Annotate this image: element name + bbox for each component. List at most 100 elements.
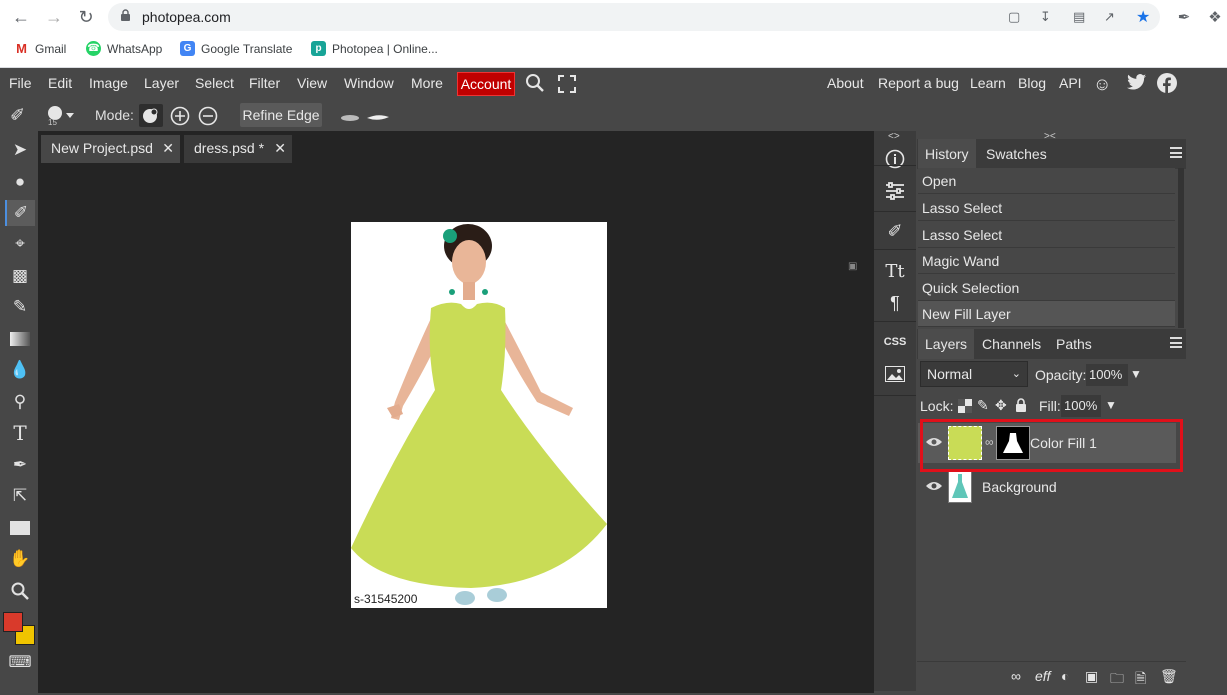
pen-tool-icon[interactable]: ✒ bbox=[7, 452, 33, 478]
bookmark-google-translate[interactable]: G Google Translate bbox=[180, 41, 292, 56]
gradient-tool-icon[interactable] bbox=[7, 326, 33, 352]
brush-tool-icon[interactable]: ✎ bbox=[7, 294, 33, 320]
bookmark-page-icon[interactable]: ▢ bbox=[1008, 9, 1020, 25]
fill-input[interactable]: 100% bbox=[1061, 395, 1101, 417]
blur-drop-icon[interactable]: 💧 bbox=[7, 357, 33, 383]
link-blog[interactable]: Blog bbox=[1018, 75, 1046, 91]
css-icon[interactable]: CSS bbox=[880, 328, 910, 356]
close-icon[interactable]: ✕ bbox=[274, 135, 286, 161]
panel-menu-icon[interactable] bbox=[1170, 147, 1182, 158]
blend-mode-select[interactable]: Normal ⌄ bbox=[920, 361, 1028, 387]
dodge-tool-icon[interactable]: ⚲ bbox=[7, 389, 33, 415]
lock-position-icon[interactable]: ✥ bbox=[995, 397, 1007, 414]
foreground-color[interactable] bbox=[3, 612, 23, 632]
eye-icon[interactable] bbox=[925, 479, 943, 495]
tab-layers[interactable]: Layers bbox=[918, 329, 975, 359]
account-button[interactable]: Account bbox=[457, 72, 515, 96]
menu-edit[interactable]: Edit bbox=[48, 75, 72, 91]
move-tool-icon[interactable]: ➤ bbox=[7, 137, 33, 163]
close-icon[interactable]: ✕ bbox=[162, 135, 174, 161]
twitter-icon[interactable] bbox=[1127, 73, 1147, 94]
mode-add-icon[interactable] bbox=[170, 106, 190, 129]
info-icon[interactable] bbox=[880, 145, 910, 173]
image-icon[interactable] bbox=[880, 360, 910, 388]
tab-history[interactable]: History bbox=[918, 139, 976, 169]
refine-edge-button[interactable]: Refine Edge bbox=[240, 103, 322, 127]
tab-paths[interactable]: Paths bbox=[1049, 329, 1099, 359]
back-arrow-icon[interactable]: ← bbox=[9, 5, 33, 29]
opacity-dropdown-icon[interactable]: ▼ bbox=[1130, 367, 1142, 381]
bookmark-photopea[interactable]: p Photopea | Online... bbox=[311, 41, 438, 56]
mode-subtract-icon[interactable] bbox=[198, 106, 218, 129]
link-learn[interactable]: Learn bbox=[970, 75, 1006, 91]
menu-more[interactable]: More bbox=[411, 75, 443, 91]
collapse-arrows-icon[interactable]: <> bbox=[888, 131, 900, 142]
menu-image[interactable]: Image bbox=[89, 75, 128, 91]
opacity-input[interactable]: 100% bbox=[1086, 364, 1128, 386]
menu-filter[interactable]: Filter bbox=[249, 75, 280, 91]
link-layers-icon[interactable]: ∞ bbox=[1011, 668, 1021, 684]
extensions-puzzle-icon[interactable]: ❖ bbox=[1203, 5, 1227, 29]
history-item[interactable]: Lasso Select bbox=[918, 222, 1175, 248]
bookmark-whatsapp[interactable]: ☎ WhatsApp bbox=[86, 41, 162, 56]
hand-tool-icon[interactable]: ✋ bbox=[7, 546, 33, 572]
panel-menu-icon[interactable] bbox=[1170, 337, 1182, 348]
history-scrollbar[interactable] bbox=[1178, 168, 1184, 328]
install-icon[interactable]: ↧ bbox=[1040, 9, 1051, 25]
mask-icon[interactable]: ▣ bbox=[1085, 668, 1098, 685]
adjustment-layer-icon[interactable]: ◐ bbox=[1061, 668, 1069, 684]
quick-selection-tool-icon[interactable]: ✐ bbox=[5, 200, 35, 226]
zoom-tool-icon[interactable] bbox=[7, 578, 33, 604]
new-layer-icon[interactable]: 🗎 bbox=[1135, 668, 1146, 692]
fill-dropdown-icon[interactable]: ▼ bbox=[1105, 398, 1117, 412]
link-api[interactable]: API bbox=[1059, 75, 1082, 91]
star-icon[interactable]: ★ bbox=[1136, 7, 1150, 27]
menu-view[interactable]: View bbox=[297, 75, 327, 91]
history-item[interactable]: Lasso Select bbox=[918, 195, 1175, 221]
reddit-icon[interactable]: ☺ bbox=[1093, 74, 1111, 95]
trash-icon[interactable]: 🗑 bbox=[1160, 668, 1178, 685]
history-item[interactable]: Magic Wand bbox=[918, 248, 1175, 274]
healing-brush-icon[interactable]: ▩ bbox=[7, 263, 33, 289]
link-about[interactable]: About bbox=[827, 75, 864, 91]
type-tool-icon[interactable]: T bbox=[7, 420, 33, 446]
effects-icon[interactable]: eff bbox=[1035, 668, 1051, 684]
keyboard-icon[interactable]: ⌨ bbox=[7, 649, 33, 675]
history-item[interactable]: New Fill Layer bbox=[918, 301, 1175, 327]
character-icon[interactable]: Tt bbox=[880, 257, 910, 285]
bookmark-gmail[interactable]: M Gmail bbox=[14, 41, 66, 56]
brush-settings-icon[interactable]: ✐ bbox=[880, 217, 910, 245]
mode-new-selection-button[interactable] bbox=[139, 104, 163, 127]
tab-swatches[interactable]: Swatches bbox=[979, 139, 1054, 169]
image-canvas[interactable]: s-31545200 bbox=[351, 222, 607, 608]
fullscreen-icon[interactable] bbox=[558, 75, 576, 96]
lock-transparency-icon[interactable] bbox=[958, 399, 972, 418]
facebook-icon[interactable] bbox=[1157, 73, 1177, 96]
history-item[interactable]: Quick Selection bbox=[918, 275, 1175, 301]
crop-tool-icon[interactable]: ⌖ bbox=[7, 231, 33, 257]
rectangle-tool-icon[interactable] bbox=[7, 515, 33, 541]
menu-file[interactable]: File bbox=[9, 75, 32, 91]
layer-name[interactable]: Background bbox=[982, 479, 1057, 495]
layer-row-background[interactable]: Background bbox=[918, 466, 1176, 506]
search-icon[interactable] bbox=[525, 73, 545, 96]
background-thumbnail[interactable] bbox=[948, 469, 972, 503]
paragraph-icon[interactable]: ¶ bbox=[880, 289, 910, 317]
url-text[interactable]: photopea.com bbox=[142, 9, 231, 25]
tab-new-project[interactable]: New Project.psd ✕ bbox=[41, 135, 180, 163]
menu-layer[interactable]: Layer bbox=[144, 75, 179, 91]
lock-all-icon[interactable] bbox=[1015, 398, 1027, 418]
lasso-tool-icon[interactable]: ⦁ bbox=[7, 169, 33, 195]
address-bar[interactable]: photopea.com ▢ ↧ ▤ ↗ ★ bbox=[108, 3, 1160, 31]
reload-icon[interactable]: ↻ bbox=[74, 5, 98, 29]
lock-pixels-icon[interactable]: ✎ bbox=[977, 397, 989, 414]
brush-hard-icon[interactable] bbox=[366, 110, 390, 126]
forward-arrow-icon[interactable]: → bbox=[42, 5, 66, 29]
tab-channels[interactable]: Channels bbox=[975, 329, 1048, 359]
path-selection-icon[interactable]: ⇱ bbox=[7, 483, 33, 509]
brush-soft-icon[interactable] bbox=[340, 110, 360, 126]
tab-dress[interactable]: dress.psd * ✕ bbox=[184, 135, 292, 163]
adjustments-sliders-icon[interactable] bbox=[880, 177, 910, 205]
folder-icon[interactable]: 🗀 bbox=[1110, 668, 1124, 692]
menu-select[interactable]: Select bbox=[195, 75, 234, 91]
